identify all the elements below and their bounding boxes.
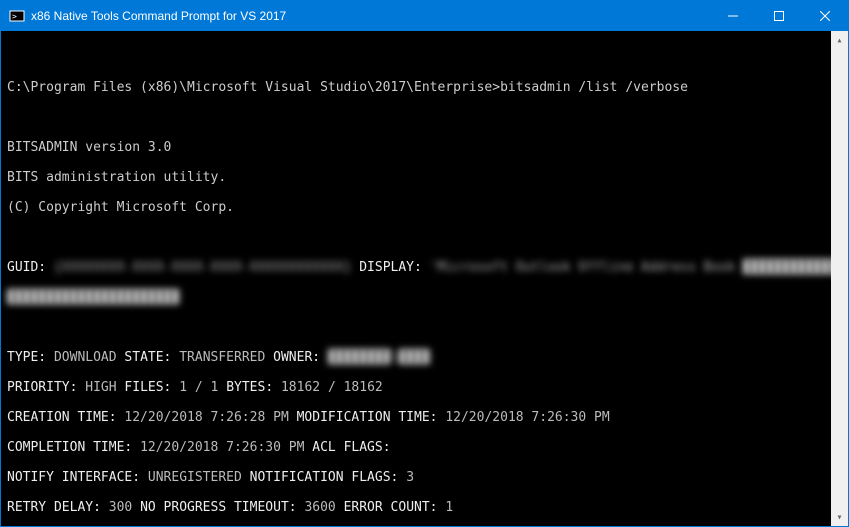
display-value-2: ██████████████████████ (7, 290, 179, 305)
priority-value: HIGH (85, 380, 116, 395)
owner-value: ████████\████ (328, 350, 430, 365)
guid-label: GUID: (7, 260, 46, 275)
guid-value: {XXXXXXXX-XXXX-XXXX-XXXX-XXXXXXXXXXXX} (54, 260, 351, 275)
owner-label: OWNER: (273, 350, 320, 365)
scroll-up-icon[interactable]: ▴ (831, 31, 848, 49)
type-label: TYPE: (7, 350, 46, 365)
state-value: TRANSFERRED (179, 350, 265, 365)
creation-label: CREATION TIME: (7, 410, 117, 425)
creation-value: 12/20/2018 7:26:28 PM (124, 410, 288, 425)
notifyflags-label: NOTIFICATION FLAGS: (250, 470, 399, 485)
display-label: DISPLAY: (359, 260, 422, 275)
notifyif-label: NOTIFY INTERFACE: (7, 470, 140, 485)
window-titlebar: >_ x86 Native Tools Command Prompt for V… (1, 1, 848, 31)
maximize-button[interactable] (756, 1, 802, 31)
errcount-label: ERROR COUNT: (344, 500, 438, 515)
noprogress-label: NO PROGRESS TIMEOUT: (140, 500, 297, 515)
desc-line: BITS administration utility. (7, 170, 831, 185)
files-label: FILES: (124, 380, 171, 395)
window-title: x86 Native Tools Command Prompt for VS 2… (31, 9, 710, 23)
errcount-value: 1 (445, 500, 453, 515)
prompt-command: bitsadmin /list /verbose (500, 80, 688, 95)
aclflags-label: ACL FLAGS: (312, 440, 390, 455)
version-line: BITSADMIN version 3.0 (7, 140, 831, 155)
completion-value: 12/20/2018 7:26:30 PM (140, 440, 304, 455)
minimize-button[interactable] (710, 1, 756, 31)
vertical-scrollbar[interactable]: ▴ ▾ (831, 31, 848, 526)
retrydelay-value: 300 (109, 500, 132, 515)
noprogress-value: 3600 (304, 500, 335, 515)
priority-label: PRIORITY: (7, 380, 77, 395)
state-label: STATE: (124, 350, 171, 365)
copyright-line: (C) Copyright Microsoft Corp. (7, 200, 831, 215)
bytes-value: 18162 / 18162 (281, 380, 383, 395)
modification-value: 12/20/2018 7:26:30 PM (445, 410, 609, 425)
window-controls (710, 1, 848, 31)
scroll-down-icon[interactable]: ▾ (831, 508, 848, 526)
display-value: 'Microsoft Outlook Offline Address Book … (430, 260, 831, 275)
notifyif-value: UNREGISTERED (148, 470, 242, 485)
files-value: 1 / 1 (179, 380, 218, 395)
prompt-path: C:\Program Files (x86)\Microsoft Visual … (7, 80, 500, 95)
bytes-label: BYTES: (226, 380, 273, 395)
console-output[interactable]: C:\Program Files (x86)\Microsoft Visual … (1, 31, 831, 526)
completion-label: COMPLETION TIME: (7, 440, 132, 455)
svg-text:>_: >_ (12, 12, 22, 21)
retrydelay-label: RETRY DELAY: (7, 500, 101, 515)
modification-label: MODIFICATION TIME: (297, 410, 438, 425)
close-button[interactable] (802, 1, 848, 31)
app-icon: >_ (9, 8, 25, 24)
type-value: DOWNLOAD (54, 350, 117, 365)
notifyflags-value: 3 (406, 470, 414, 485)
